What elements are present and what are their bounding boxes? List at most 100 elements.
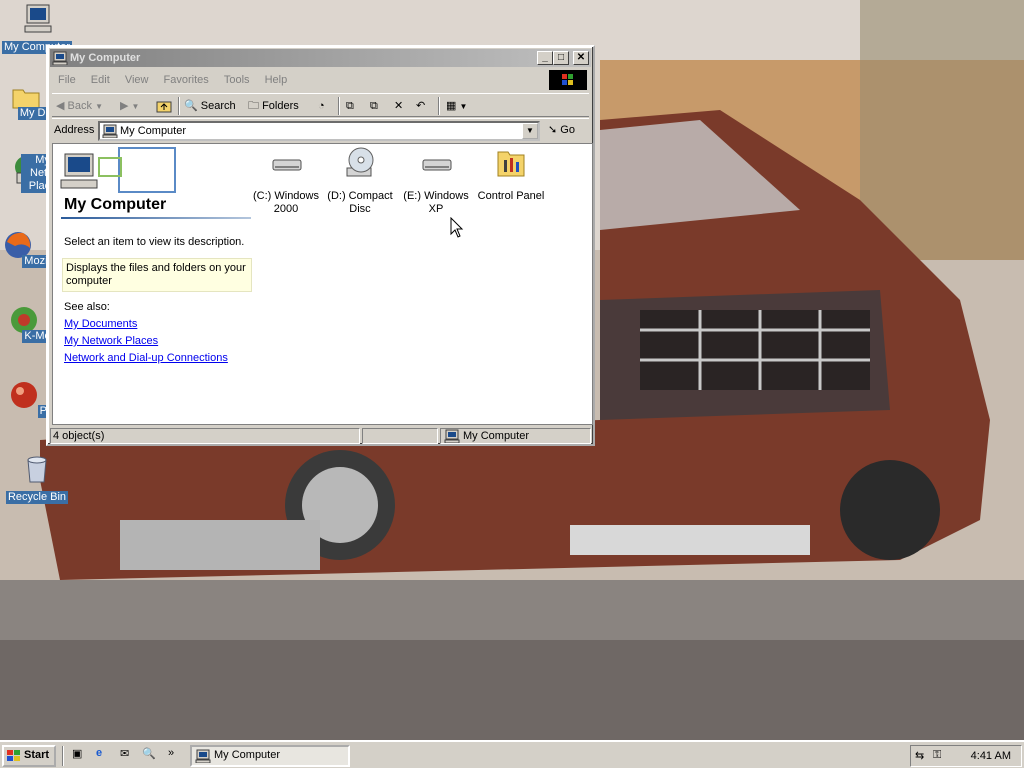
move-to-button[interactable]: ⧉ [346, 97, 354, 115]
address-label: Address [54, 124, 95, 136]
outlook-express-icon[interactable]: ✉ [120, 747, 138, 765]
move-to-icon: ⧉ [346, 100, 354, 112]
search-icon[interactable]: 🔍 [142, 747, 160, 765]
control-panel-item[interactable]: Control Panel [471, 146, 551, 203]
address-value: My Computer [120, 125, 187, 137]
start-button[interactable]: Start [2, 745, 56, 767]
standard-toolbar: ◀ Back ▼ ▶ ▼ 🔍 Search 🗀 Folders ◔ ⧉ ⧉ ✕ … [52, 93, 589, 117]
drive-item-c[interactable]: (C:) Windows 2000 [246, 146, 326, 216]
status-zone-label: My Computer [463, 430, 530, 442]
chevron-down-icon: ▼ [131, 102, 140, 111]
clock[interactable]: 4:41 AM [971, 750, 1011, 762]
search-icon: 🔍 [184, 100, 198, 112]
pane-title: My Computer [64, 196, 167, 213]
link-my-documents[interactable]: My Documents [64, 318, 137, 330]
address-dropdown-button[interactable]: ▼ [522, 123, 538, 139]
drive-item-e[interactable]: (E:) Windows XP [396, 146, 476, 216]
forward-arrow-icon: ▶ [120, 100, 129, 112]
computer-icon [195, 749, 211, 763]
taskbar: Start ▣ e ✉ 🔍 » My Computer ⇆ ⚿ 4:41 AM [0, 740, 1024, 768]
forward-button[interactable]: ▶ ▼ [120, 97, 139, 115]
link-my-network-places[interactable]: My Network Places [64, 335, 158, 347]
back-arrow-icon: ◀ [56, 100, 65, 112]
my-computer-banner-icon [60, 147, 176, 193]
drive-label-line1: (D:) Compact [327, 190, 393, 202]
up-folder-icon [156, 101, 172, 113]
up-folder-button[interactable] [156, 97, 172, 115]
computer-icon [24, 4, 52, 33]
folders-button[interactable]: 🗀 Folders [248, 97, 299, 115]
system-tray: ⇆ ⚿ 4:41 AM [910, 745, 1022, 767]
drive-label-line1: (E:) Windows [403, 190, 469, 202]
menu-help[interactable]: Help [259, 69, 294, 86]
views-button[interactable]: ▦ ▼ [446, 97, 467, 115]
maximize-button[interactable]: □ [553, 51, 569, 65]
toolbar-separator [338, 97, 340, 115]
network-tray-icon[interactable]: ⇆ [915, 749, 924, 762]
undo-button[interactable]: ↶ [416, 97, 425, 115]
menu-tools[interactable]: Tools [218, 69, 256, 86]
go-label: Go [560, 124, 575, 136]
menu-favorites[interactable]: Favorites [158, 69, 215, 86]
link-network-dialup[interactable]: Network and Dial-up Connections [64, 352, 228, 364]
desktop-icon-recycle-bin[interactable]: Recycle Bin [0, 452, 74, 504]
address-bar: Address My Computer ▼ ➘ Go [52, 118, 589, 142]
drive-label-line2: 2000 [273, 203, 299, 215]
drive-label-line1: (C:) Windows [252, 190, 319, 202]
hard-drive-icon [272, 159, 302, 171]
quicklaunch-chevron[interactable]: » [168, 747, 186, 765]
menu-file[interactable]: File [52, 69, 82, 86]
go-arrow-icon: ➘ [548, 124, 558, 136]
computer-icon [52, 51, 68, 65]
menu-view[interactable]: View [119, 69, 155, 86]
taskbar-button-my-computer[interactable]: My Computer [190, 745, 350, 767]
search-button[interactable]: 🔍 Search [184, 97, 236, 115]
item-label: Control Panel [477, 190, 545, 202]
copy-to-button[interactable]: ⧉ [370, 97, 378, 115]
see-also-label: See also: [64, 301, 110, 313]
delete-button[interactable]: ✕ [394, 97, 403, 115]
cd-drive-icon [346, 147, 374, 177]
drive-label-line2: Disc [349, 203, 371, 215]
status-bar: 4 object(s) My Computer [50, 427, 591, 445]
views-icon: ▦ [446, 100, 457, 112]
status-object-count: 4 object(s) [50, 428, 360, 444]
folders-label: Folders [262, 100, 299, 112]
chevron-down-icon: ▼ [459, 102, 468, 111]
drive-label-line2: XP [428, 203, 444, 215]
title-divider [61, 217, 251, 219]
close-button[interactable]: ✕ [573, 51, 589, 65]
history-button[interactable]: ◔ [318, 97, 325, 115]
mouse-cursor-icon [450, 217, 464, 238]
go-button[interactable]: ➘ Go [548, 123, 575, 141]
web-view-pane: My Computer Select an item to view its d… [53, 144, 253, 424]
computer-icon [444, 429, 460, 443]
recycle-bin-icon [27, 456, 47, 483]
window-title: My Computer [70, 52, 141, 64]
toolbar-separator [438, 97, 440, 115]
computer-icon [102, 124, 118, 138]
back-button[interactable]: ◀ Back ▼ [56, 97, 103, 115]
windows-logo-icon [549, 70, 587, 90]
window-titlebar[interactable]: My Computer _ □ ✕ [50, 49, 591, 67]
status-middle [362, 428, 438, 444]
pegasus-icon [10, 382, 37, 408]
minimize-button[interactable]: _ [537, 51, 553, 65]
back-label: Back [67, 100, 92, 112]
start-label: Start [24, 749, 50, 761]
desktop-icon-label: Recycle Bin [5, 491, 69, 504]
menu-edit[interactable]: Edit [85, 69, 116, 86]
folder-view: My Computer Select an item to view its d… [52, 143, 593, 425]
menu-bar: File Edit View Favorites Tools Help [52, 69, 589, 91]
show-desktop-icon[interactable]: ▣ [72, 747, 90, 765]
my-computer-window: My Computer _ □ ✕ File Edit View Favorit… [46, 45, 595, 446]
internet-explorer-icon[interactable]: e [96, 747, 114, 765]
security-tray-icon[interactable]: ⚿ [933, 749, 941, 762]
drive-item-d[interactable]: (D:) Compact Disc [320, 146, 400, 216]
history-icon: ◔ [318, 100, 325, 112]
folders-icon: 🗀 [248, 100, 259, 112]
hard-drive-icon [422, 159, 452, 171]
undo-icon: ↶ [416, 100, 426, 112]
address-input[interactable]: My Computer ▼ [98, 121, 540, 141]
control-panel-icon [497, 151, 525, 177]
